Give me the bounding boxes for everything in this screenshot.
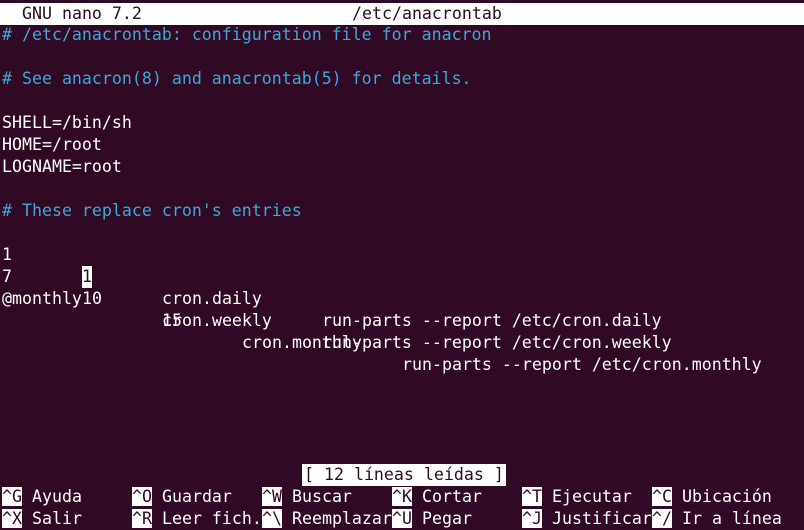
- shortcut-label: Pegar: [421, 509, 472, 528]
- shortcut-read-file[interactable]: ^R Leer fich.: [132, 508, 262, 530]
- shortcut-location[interactable]: ^C Ubicación: [652, 486, 772, 508]
- shortcut-key: ^C: [652, 487, 672, 506]
- shortcut-key: ^W: [262, 487, 282, 506]
- shortcut-label: Guardar: [161, 487, 232, 506]
- shortcut-go-to-line[interactable]: ^/ Ir a línea: [652, 508, 782, 530]
- shortcut-label: Reemplazar: [291, 509, 392, 528]
- shortcut-label: Justificar: [551, 509, 652, 528]
- editor-line-5: SHELL=/bin/sh: [2, 113, 132, 132]
- field-command: run-parts --report /etc/cron.weekly: [322, 333, 672, 352]
- shortcut-search[interactable]: ^W Buscar: [262, 486, 352, 508]
- status-message: [ 12 líneas leídas ]: [302, 464, 506, 486]
- shortcut-key: ^R: [132, 509, 152, 528]
- editor-line-9: # These replace cron's entries: [2, 201, 302, 220]
- shortcut-save[interactable]: ^O Guardar: [132, 486, 232, 508]
- shortcut-label: Buscar: [291, 487, 352, 506]
- editor-line-12: @monthly 15 cron.monthly run-parts --rep…: [2, 266, 762, 374]
- shortcut-exit[interactable]: ^X Salir: [2, 508, 82, 530]
- field-delay: 10: [82, 289, 102, 308]
- shortcut-cut[interactable]: ^K Cortar: [392, 486, 482, 508]
- file-name: /etc/anacrontab: [352, 4, 502, 23]
- nano-terminal: GNU nano 7.2 /etc/anacrontab # /etc/anac…: [0, 0, 804, 529]
- shortcut-key: ^T: [522, 487, 542, 506]
- shortcut-justify[interactable]: ^J Justificar: [522, 508, 652, 530]
- shortcut-key: ^J: [522, 509, 542, 528]
- field-command: run-parts --report /etc/cron.daily: [322, 311, 662, 330]
- field-delay: 15: [162, 311, 182, 330]
- shortcut-paste[interactable]: ^U Pegar: [392, 508, 472, 530]
- shortcut-label: Ejecutar: [551, 487, 632, 506]
- shortcut-execute[interactable]: ^T Ejecutar: [522, 486, 632, 508]
- shortcut-label: Ubicación: [681, 487, 772, 506]
- shortcut-label: Ayuda: [31, 487, 82, 506]
- editor-line-6: HOME=/root: [2, 135, 102, 154]
- shortcut-key: ^\: [262, 509, 282, 528]
- nano-title-bar: GNU nano 7.2 /etc/anacrontab: [0, 3, 804, 25]
- shortcut-key: ^/: [652, 509, 672, 528]
- editor-line-3: # See anacron(8) and anacrontab(5) for d…: [2, 69, 472, 88]
- shortcut-label: Cortar: [421, 487, 482, 506]
- shortcut-key: ^O: [132, 487, 152, 506]
- shortcut-label: Leer fich.: [161, 509, 262, 528]
- shortcut-label: Salir: [31, 509, 82, 528]
- shortcut-key: ^K: [392, 487, 412, 506]
- text-cursor: 1: [82, 266, 92, 288]
- shortcut-key: ^U: [392, 509, 412, 528]
- field-period: @monthly: [2, 289, 82, 308]
- shortcut-key: ^G: [2, 487, 22, 506]
- editor-line-10: 1 1 cron.daily run-parts --report /etc/c…: [2, 222, 662, 330]
- editor-line-11: 7 10 cron.weekly run-parts --report /etc…: [2, 244, 672, 352]
- shortcut-label: Ir a línea: [681, 509, 782, 528]
- shortcut-help[interactable]: ^G Ayuda: [2, 486, 82, 508]
- field-job: cron.monthly: [242, 333, 362, 352]
- shortcut-replace[interactable]: ^\ Reemplazar: [262, 508, 392, 530]
- editor-line-7: LOGNAME=root: [2, 157, 122, 176]
- shortcut-key: ^X: [2, 509, 22, 528]
- app-version: GNU nano 7.2: [22, 4, 142, 23]
- field-job: cron.daily: [162, 289, 262, 308]
- field-command: run-parts --report /etc/cron.monthly: [402, 355, 762, 374]
- editor-line-1: # /etc/anacrontab: configuration file fo…: [2, 25, 492, 44]
